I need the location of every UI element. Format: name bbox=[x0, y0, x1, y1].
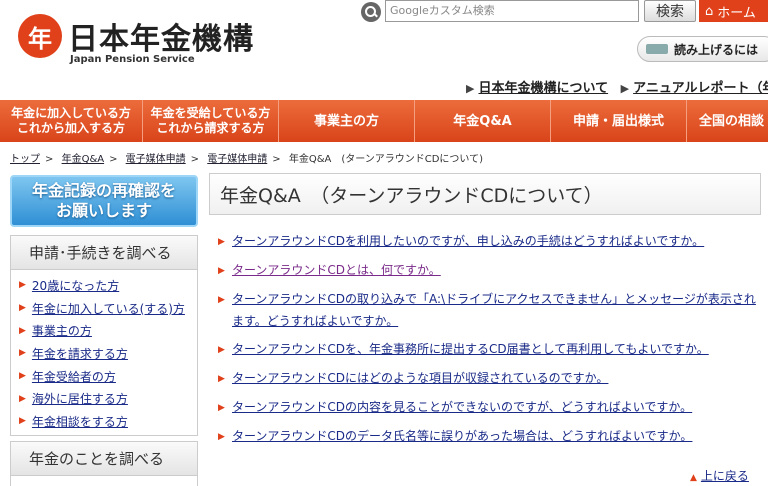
nav-recipient-line2: これから請求する方 bbox=[156, 121, 265, 135]
read-aloud-button[interactable]: 読み上げるには bbox=[637, 36, 768, 62]
sidebar-item: ▶ 年金相談をする方 bbox=[19, 410, 197, 433]
search-input[interactable]: Googleカスタム検索 bbox=[385, 0, 639, 22]
arrow-icon: ▶ bbox=[218, 266, 225, 276]
sidebar-info: 年金のことを調べる bbox=[10, 441, 198, 486]
nav-consult-label: 全国の相談・手 bbox=[699, 113, 768, 129]
nav-forms-label: 申請・届出様式 bbox=[572, 113, 664, 129]
arrow-icon: ▶ bbox=[218, 403, 225, 413]
breadcrumb-link[interactable]: 年金Q&A bbox=[62, 154, 105, 165]
qa-link[interactable]: ターンアラウンドCDにはどのような項目が収録されているのですか。 bbox=[232, 367, 608, 390]
logo-mark[interactable]: 年 bbox=[18, 14, 62, 58]
qa-link[interactable]: ターンアラウンドCDを利用したいのですが、申し込みの手続はどうすればよいですか。 bbox=[232, 230, 704, 253]
sidebar-item: ▶ 20歳になった方 bbox=[19, 274, 197, 297]
home-label: ホーム bbox=[717, 5, 756, 21]
triangle-up-icon: ▲ bbox=[690, 473, 697, 483]
qa-item: ▶ ターンアラウンドCDを、年金事務所に提出するCD届書として再利用してもよいです… bbox=[218, 338, 758, 361]
sidebar-item: ▶ 年金受給者の方 bbox=[19, 365, 197, 388]
read-aloud-label: 読み上げるには bbox=[674, 42, 759, 57]
bullet-icon: ▶ bbox=[19, 371, 26, 382]
qa-item: ▶ ターンアラウンドCDにはどのような項目が収録されているのですか。 bbox=[218, 367, 758, 390]
qa-link[interactable]: ターンアラウンドCDを、年金事務所に提出するCD届書として再利用してもよいですか… bbox=[232, 338, 709, 361]
nav-recipient[interactable]: 年金を受給している方 これから請求する方 bbox=[143, 100, 279, 142]
qa-item: ▶ ターンアラウンドCDの取り込みで「A:\ドライブにアクセスできません」とメッセ… bbox=[218, 288, 758, 332]
back-to-top: ▲ 上に戻る bbox=[690, 467, 749, 484]
search-button[interactable]: 検索 bbox=[644, 0, 696, 22]
triangle-right-icon: ▶ bbox=[466, 82, 475, 95]
nav-enrollee-line2: これから加入する方 bbox=[16, 121, 125, 135]
sidebar-item: ▶ 年金に加入している(する)方 bbox=[19, 297, 197, 320]
speaker-icon bbox=[646, 44, 668, 54]
top-links: ▶ 日本年金機構について ▶ アニュアルレポート（年 bbox=[466, 77, 768, 96]
qa-list: ▶ ターンアラウンドCDを利用したいのですが、申し込みの手続はどうすればよいですか… bbox=[218, 230, 758, 454]
nav-employer-label: 事業主の方 bbox=[313, 113, 379, 129]
breadcrumb-separator: > bbox=[45, 154, 54, 165]
sidebar-info-title: 年金のことを調べる bbox=[11, 442, 197, 476]
banner-line1: 年金記録の再確認を bbox=[31, 181, 176, 200]
back-to-top-link[interactable]: 上に戻る bbox=[701, 469, 749, 483]
triangle-right-icon: ▶ bbox=[620, 82, 630, 95]
sidebar-item-link[interactable]: 年金相談をする方 bbox=[32, 413, 128, 430]
arrow-icon: ▶ bbox=[218, 374, 225, 384]
bullet-icon: ▶ bbox=[19, 280, 26, 291]
banner-line2: お願いします bbox=[55, 201, 152, 220]
nav-forms[interactable]: 申請・届出様式 bbox=[551, 100, 687, 142]
qa-link[interactable]: ターンアラウンドCDの内容を見ることができないのですが、どうすればよいですか。 bbox=[232, 396, 692, 419]
sidebar-item-link[interactable]: 年金受給者の方 bbox=[32, 368, 116, 385]
qa-link[interactable]: ターンアラウンドCDとは、何ですか。 bbox=[232, 259, 441, 282]
breadcrumb-separator: > bbox=[190, 154, 200, 165]
nav-enrollee-line1: 年金に加入している方 bbox=[11, 106, 131, 120]
breadcrumb-link[interactable]: トップ bbox=[10, 154, 40, 165]
sidebar-procedures: 申請･手続きを調べる ▶ 20歳になった方 ▶ 年金に加入している(する)方 ▶ 事業… bbox=[10, 235, 198, 436]
qa-item: ▶ ターンアラウンドCDを利用したいのですが、申し込みの手続はどうすればよいですか… bbox=[218, 230, 758, 253]
sidebar-item-link[interactable]: 年金に加入している(する)方 bbox=[32, 300, 185, 317]
sidebar-procedures-title: 申請･手続きを調べる bbox=[11, 236, 197, 270]
breadcrumb-link[interactable]: 電子媒体申請 bbox=[207, 154, 267, 165]
nav-recipient-line1: 年金を受給している方 bbox=[150, 106, 271, 120]
qa-item: ▶ ターンアラウンドCDとは、何ですか。 bbox=[218, 259, 758, 282]
home-button[interactable]: ⌂ ホーム bbox=[699, 0, 768, 22]
nav-qa-label: 年金Q&A bbox=[453, 113, 512, 129]
arrow-icon: ▶ bbox=[218, 432, 225, 442]
nav-qa[interactable]: 年金Q&A bbox=[415, 100, 551, 142]
nav-consult[interactable]: 全国の相談・手 bbox=[687, 100, 768, 142]
link-annual-report[interactable]: アニュアルレポート（年 bbox=[633, 81, 768, 96]
qa-link[interactable]: ターンアラウンドCDのデータ氏名等に誤りがあった場合は、どうすればよいですか。 bbox=[232, 425, 692, 448]
qa-item: ▶ ターンアラウンドCDの内容を見ることができないのですが、どうすればよいですか。 bbox=[218, 396, 758, 419]
page-title: 年金Q&A （ターンアラウンドCDについて） bbox=[209, 173, 761, 215]
link-about[interactable]: 日本年金機構について bbox=[478, 81, 608, 96]
nav-employer[interactable]: 事業主の方 bbox=[279, 100, 415, 142]
breadcrumb-separator: > bbox=[109, 154, 118, 165]
qa-link[interactable]: ターンアラウンドCDの取り込みで「A:\ドライブにアクセスできません」とメッセー… bbox=[232, 288, 758, 332]
breadcrumb-separator: > bbox=[272, 154, 281, 165]
bullet-icon: ▶ bbox=[19, 416, 26, 427]
bullet-icon: ▶ bbox=[19, 303, 26, 314]
search-icon bbox=[361, 2, 381, 22]
sidebar-item: ▶ 年金を請求する方 bbox=[19, 342, 197, 365]
qa-item: ▶ ターンアラウンドCDのデータ氏名等に誤りがあった場合は、どうすればよいですか。 bbox=[218, 425, 758, 448]
breadcrumb-current: 年金Q&A (ターンアラウンドCDについて) bbox=[288, 154, 484, 165]
sidebar-item-link[interactable]: 20歳になった方 bbox=[32, 277, 119, 294]
sidebar-item-link[interactable]: 事業主の方 bbox=[32, 322, 92, 339]
sidebar-item: ▶ 事業主の方 bbox=[19, 319, 197, 342]
logo-subtitle: Japan Pension Service bbox=[70, 54, 195, 65]
bullet-icon: ▶ bbox=[19, 325, 26, 336]
arrow-icon: ▶ bbox=[218, 345, 225, 355]
sidebar-item-link[interactable]: 年金を請求する方 bbox=[32, 345, 128, 362]
nav-enrollee[interactable]: 年金に加入している方 これから加入する方 bbox=[0, 100, 143, 142]
sidebar-item: ▶ 海外に居住する方 bbox=[19, 387, 197, 410]
bullet-icon: ▶ bbox=[19, 348, 26, 359]
home-icon: ⌂ bbox=[705, 3, 714, 19]
bullet-icon: ▶ bbox=[19, 393, 26, 404]
sidebar-item-link[interactable]: 海外に居住する方 bbox=[32, 390, 128, 407]
breadcrumb-link[interactable]: 電子媒体申請 bbox=[126, 154, 186, 165]
logo-text[interactable]: 日本年金機構 bbox=[68, 14, 254, 58]
arrow-icon: ▶ bbox=[218, 237, 225, 247]
record-check-banner[interactable]: 年金記録の再確認を お願いします bbox=[10, 175, 198, 227]
sidebar-procedures-list: ▶ 20歳になった方 ▶ 年金に加入している(する)方 ▶ 事業主の方 ▶ 年金を請求す… bbox=[11, 270, 197, 433]
arrow-icon: ▶ bbox=[218, 295, 225, 305]
global-nav: 年金に加入している方 これから加入する方 年金を受給している方 これから請求する方 … bbox=[0, 100, 768, 142]
breadcrumb: トップ > 年金Q&A > 電子媒体申請 > 電子媒体申請 > 年金Q&A (ターンアラ… bbox=[10, 150, 483, 165]
